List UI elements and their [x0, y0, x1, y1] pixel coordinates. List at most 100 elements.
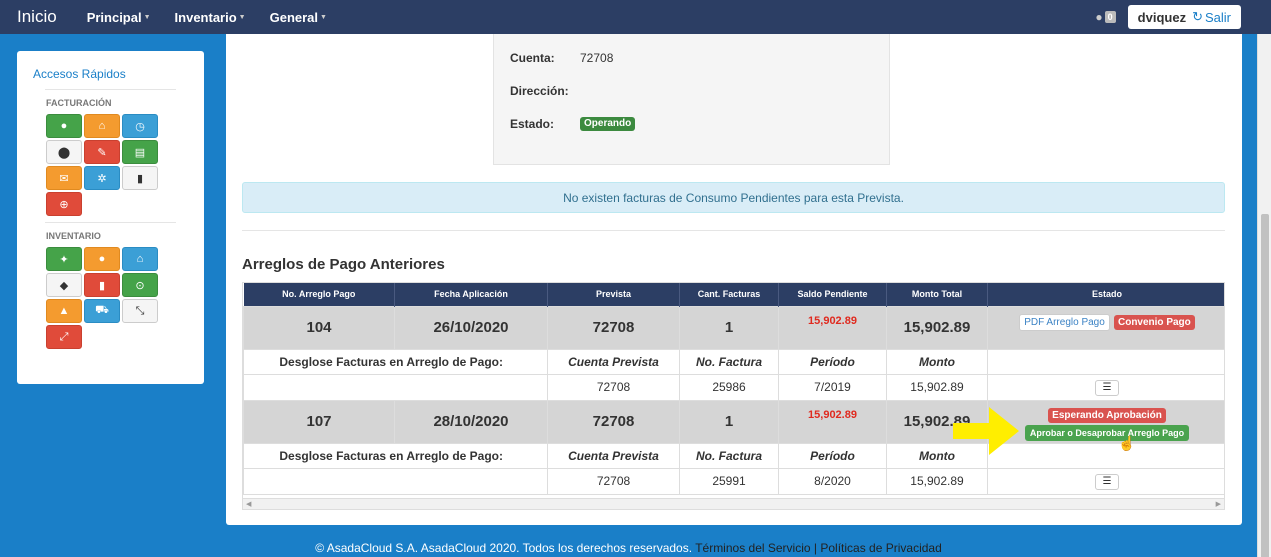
gear-icon[interactable]: ✲ — [84, 166, 120, 190]
detail-col-header: No. Factura — [679, 348, 779, 375]
notifications-button[interactable]: ● 0 — [1095, 10, 1116, 24]
envelope-icon[interactable]: ✉ — [46, 166, 82, 190]
logout-link[interactable]: ↻ Salir — [1192, 9, 1231, 25]
detail-col-header: Período — [778, 442, 887, 469]
detail-factura: 25986 — [679, 373, 779, 401]
saldo-pendiente: 15,902.89 — [778, 305, 887, 350]
facturacion-buttons: ● ⌂ ◷ ⬤ ✎ ▤ ✉ ✲ ▮ ⊕ — [46, 114, 188, 216]
logout-label: Salir — [1204, 9, 1231, 25]
quick-access-panel: Accesos Rápidos FACTURACIÓN ● ⌂ ◷ ⬤ ✎ ▤ … — [17, 51, 204, 384]
direccion-label: Dirección: — [510, 84, 569, 98]
home-icon[interactable]: ⌂ — [122, 247, 158, 271]
info-alert: No existen facturas de Consumo Pendiente… — [242, 182, 1225, 213]
user-name[interactable]: dviquez — [1138, 10, 1186, 25]
arreglo-number: 107 — [243, 399, 395, 444]
user-icon[interactable]: ● — [46, 114, 82, 138]
check-circle-icon[interactable]: ⊙ — [122, 273, 158, 297]
col-header: Monto Total — [886, 283, 988, 306]
plus-circle-icon[interactable]: ⊕ — [46, 192, 82, 216]
resize-full-icon[interactable]: ⤢ — [46, 325, 82, 349]
tag-icon[interactable]: ◆ — [46, 273, 82, 297]
road-icon[interactable]: ▲ — [46, 299, 82, 323]
detail-monto: 15,902.89 — [886, 467, 988, 495]
user-icon[interactable]: ● — [84, 247, 120, 271]
inventario-section-label: INVENTARIO — [46, 231, 101, 241]
empty-cell — [987, 442, 1224, 469]
pencil-icon[interactable]: ✎ — [84, 140, 120, 164]
empty-cell — [243, 467, 548, 495]
facturacion-section-label: FACTURACIÓN — [46, 98, 112, 108]
col-header: Fecha Aplicación — [394, 283, 548, 306]
detail-header-row: Desglose Facturas en Arreglo de Pago: Cu… — [243, 442, 1224, 469]
menu-general-label: General — [269, 9, 319, 25]
direccion-row: Dirección: — [510, 84, 580, 98]
footer-separator: | — [813, 541, 818, 555]
privacy-link[interactable]: Políticas de Privacidad — [820, 541, 941, 555]
detail-row: 72708 25986 7/2019 15,902.89 ☰ — [243, 373, 1224, 401]
print-icon[interactable]: ▤ — [122, 140, 158, 164]
logout-icon: ↻ — [1192, 9, 1203, 24]
divider — [45, 89, 176, 90]
vertical-scrollbar[interactable] — [1257, 34, 1271, 557]
cuenta-label: Cuenta: — [510, 51, 555, 65]
scroll-right-icon[interactable]: ▶ — [1216, 500, 1221, 508]
account-info-card: Cuenta: 72708 Dirección: Estado: Operand… — [493, 34, 890, 165]
file-icon[interactable]: ▮ — [122, 166, 158, 190]
table-row: 107 28/10/2020 72708 1 15,902.89 15,902.… — [243, 399, 1224, 444]
caret-down-icon: ▼ — [320, 13, 327, 21]
saldo-pendiente: 15,902.89 — [778, 399, 887, 444]
approve-arrangement-button[interactable]: Aprobar o Desaprobar Arreglo Pago — [1024, 424, 1190, 441]
list-icon[interactable]: ☰ — [1095, 379, 1119, 396]
prevista: 72708 — [547, 305, 680, 350]
col-header: Estado — [987, 283, 1224, 306]
detail-col-header: Cuenta Prevista — [547, 442, 680, 469]
cant-facturas: 1 — [679, 305, 779, 350]
main-panel: Cuenta: 72708 Dirección: Estado: Operand… — [226, 34, 1242, 525]
terms-link[interactable]: Términos del Servicio — [695, 541, 810, 555]
detail-periodo: 7/2019 — [778, 373, 887, 401]
resize-small-icon[interactable]: ⤡ — [122, 299, 158, 323]
desglose-label: Desglose Facturas en Arreglo de Pago: — [243, 442, 548, 469]
col-header: No. Arreglo Pago — [243, 283, 395, 306]
menu-inventario-label: Inventario — [174, 9, 237, 25]
pdf-arreglo-button[interactable]: PDF Arreglo Pago — [1019, 313, 1110, 331]
desglose-label: Desglose Facturas en Arreglo de Pago: — [243, 348, 548, 375]
caret-down-icon: ▼ — [238, 13, 246, 21]
scroll-left-icon[interactable]: ◀ — [246, 500, 251, 508]
menu-general[interactable]: General ▼ — [270, 10, 327, 25]
footer: © AsadaCloud S.A. AsadaCloud 2020. Todos… — [0, 541, 1257, 555]
convenio-pago-badge: Convenio Pago — [1113, 314, 1195, 330]
table-header-row: No. Arreglo Pago Fecha Aplicación Previs… — [243, 283, 1224, 306]
empty-cell — [987, 348, 1224, 375]
menu-principal[interactable]: Principal ▼ — [87, 10, 151, 25]
home-icon[interactable]: ⌂ — [84, 114, 120, 138]
estado-row: Estado: Operando — [510, 117, 636, 131]
menu-principal-label: Principal — [86, 9, 142, 25]
detail-factura: 25991 — [679, 467, 779, 495]
brand-home-link[interactable]: Inicio — [17, 7, 57, 27]
map-marker-icon[interactable]: ⬤ — [46, 140, 82, 164]
top-navbar: Inicio Principal ▼ Inventario ▼ General ▼ ●… — [0, 0, 1271, 34]
prevista: 72708 — [547, 399, 680, 444]
horizontal-scrollbar[interactable]: ◀ ▶ — [243, 498, 1224, 509]
detail-col-header: No. Factura — [679, 442, 779, 469]
empty-cell — [243, 373, 548, 401]
annotation-arrow-icon — [953, 407, 1019, 455]
col-header: Saldo Pendiente — [778, 283, 887, 306]
cart-icon[interactable]: ⛟ — [84, 299, 120, 323]
list-icon[interactable]: ☰ — [1095, 473, 1119, 490]
detail-col-header: Período — [778, 348, 887, 375]
footer-copyright: © AsadaCloud S.A. AsadaCloud 2020. Todos… — [315, 541, 693, 555]
clock-icon[interactable]: ◷ — [122, 114, 158, 138]
scrollbar-thumb[interactable] — [1261, 214, 1269, 557]
wrench-icon[interactable]: ✦ — [46, 247, 82, 271]
cuenta-value: 72708 — [580, 51, 614, 65]
caret-down-icon: ▼ — [143, 13, 151, 21]
fecha-aplicacion: 26/10/2020 — [394, 305, 548, 350]
bookmark-icon[interactable]: ▮ — [84, 273, 120, 297]
detail-col-header: Monto — [886, 348, 988, 375]
arreglo-number: 104 — [243, 305, 395, 350]
estado-label: Estado: — [510, 117, 555, 131]
menu-inventario[interactable]: Inventario ▼ — [175, 10, 246, 25]
table-row: 104 26/10/2020 72708 1 15,902.89 15,902.… — [243, 305, 1224, 350]
